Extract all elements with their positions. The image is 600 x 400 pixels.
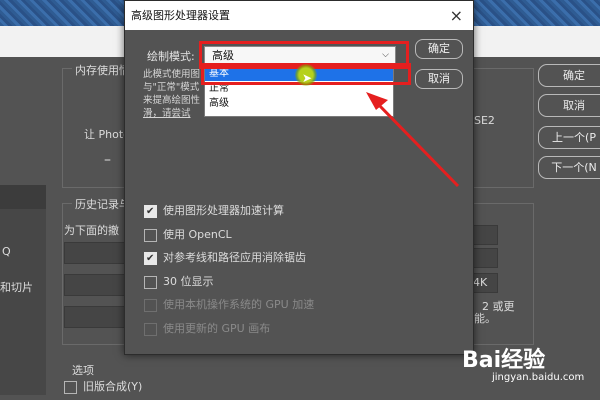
watermark-logo: Bai经验 xyxy=(462,348,546,373)
annotation-arrow-icon xyxy=(366,92,460,188)
baidu-watermark: Bai经验 jingyan.baidu.com xyxy=(462,342,592,396)
watermark-url: jingyan.baidu.com xyxy=(492,372,585,383)
